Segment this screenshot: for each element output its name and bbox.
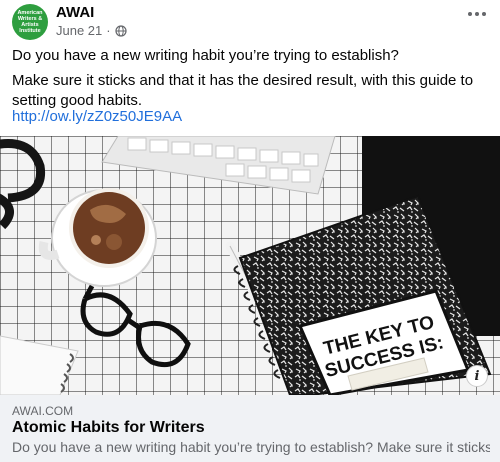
- globe-icon[interactable]: [115, 24, 127, 37]
- preview-domain: AWAI.COM: [12, 404, 74, 418]
- facebook-post: American Writers & Artists Institute AWA…: [0, 0, 500, 462]
- avatar-logo-text: American Writers & Artists Institute: [17, 10, 43, 34]
- page-name[interactable]: AWAI: [56, 4, 94, 21]
- meta-separator: ·: [106, 23, 111, 38]
- post-date[interactable]: June 21: [56, 23, 102, 38]
- page-avatar[interactable]: American Writers & Artists Institute: [12, 4, 48, 40]
- preview-description: Do you have a new writing habit you’re t…: [12, 439, 490, 455]
- more-options-icon[interactable]: [468, 12, 486, 16]
- preview-title[interactable]: Atomic Habits for Writers: [12, 419, 205, 437]
- link-preview[interactable]: AWAI.COM Atomic Habits for Writers Do yo…: [0, 395, 500, 462]
- post-meta: June 21 ·: [56, 23, 127, 38]
- post-link[interactable]: http://ow.ly/zZ0z50JE9AA: [12, 108, 182, 125]
- post-image[interactable]: THE KEY TO SUCCESS IS: i: [0, 136, 500, 395]
- post-text-line1: Do you have a new writing habit you’re t…: [12, 47, 399, 64]
- desk-photo: THE KEY TO SUCCESS IS:: [0, 136, 500, 395]
- post-text-line2: Make sure it sticks and that it has the …: [12, 72, 474, 109]
- info-icon[interactable]: i: [466, 365, 488, 387]
